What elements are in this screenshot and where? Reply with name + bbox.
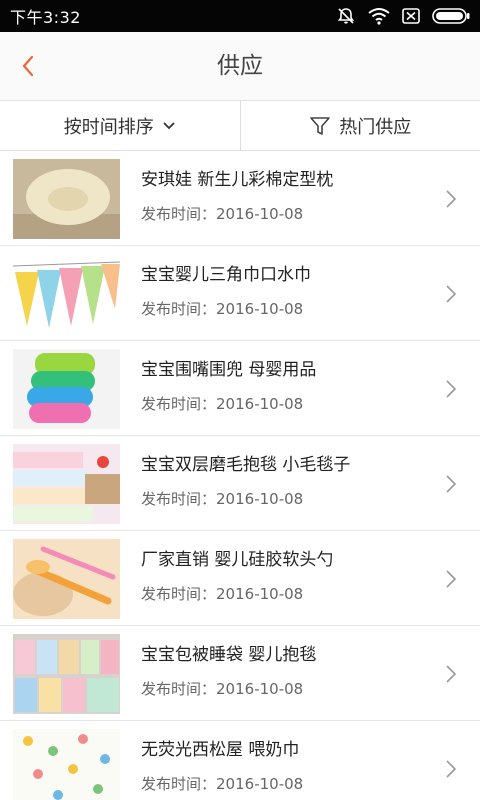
product-image — [13, 159, 120, 239]
item-date: 发布时间：2016-10-08 — [141, 775, 304, 793]
product-image — [13, 634, 120, 714]
wifi-icon — [368, 8, 390, 25]
list-item[interactable]: 宝宝婴儿三角巾口水巾 发布时间：2016-10-08 — [0, 246, 480, 341]
hot-supply-label: 热门供应 — [339, 116, 412, 138]
battery-icon — [432, 8, 470, 24]
chevron-down-icon — [163, 121, 175, 129]
status-time: 下午3:32 — [10, 8, 81, 27]
chevron-right-icon — [446, 190, 457, 208]
page-title: 供应 — [217, 53, 263, 79]
item-date: 发布时间：2016-10-08 — [141, 205, 304, 223]
chevron-right-icon — [446, 380, 457, 398]
chevron-right-icon — [446, 475, 457, 493]
back-button[interactable] — [10, 48, 46, 84]
list-item[interactable]: 宝宝围嘴围兜 母婴用品 发布时间：2016-10-08 — [0, 341, 480, 436]
filter-bar: 按时间排序 热门供应 — [0, 101, 480, 151]
chevron-right-icon — [446, 570, 457, 588]
status-bar: 下午3:32 — [0, 0, 480, 32]
item-date: 发布时间：2016-10-08 — [141, 585, 304, 603]
product-image — [13, 444, 120, 524]
item-date: 发布时间：2016-10-08 — [141, 680, 304, 698]
item-title: 厂家直销 婴儿硅胶软头勺 — [141, 550, 334, 570]
product-image — [13, 349, 120, 429]
no-sim-icon — [402, 8, 420, 24]
chevron-right-icon — [446, 665, 457, 683]
supply-list: 安琪娃 新生儿彩棉定型枕 发布时间：2016-10-08 宝宝婴儿三角巾口水巾 … — [0, 151, 480, 800]
chevron-right-icon — [446, 285, 457, 303]
list-item[interactable]: 厂家直销 婴儿硅胶软头勺 发布时间：2016-10-08 — [0, 531, 480, 626]
item-title: 宝宝围嘴围兜 母婴用品 — [141, 360, 317, 380]
nav-bar: 供应 — [0, 32, 480, 101]
item-date: 发布时间：2016-10-08 — [141, 490, 304, 508]
product-image — [13, 539, 120, 619]
list-item[interactable]: 宝宝包被睡袋 婴儿抱毯 发布时间：2016-10-08 — [0, 626, 480, 721]
chevron-left-icon — [22, 55, 34, 77]
mute-bell-icon — [337, 8, 355, 24]
item-title: 安琪娃 新生儿彩棉定型枕 — [141, 170, 334, 190]
sort-by-time-label: 按时间排序 — [63, 116, 154, 138]
item-title: 宝宝包被睡袋 婴儿抱毯 — [141, 645, 317, 665]
list-item[interactable]: 宝宝双层磨毛抱毯 小毛毯子 发布时间：2016-10-08 — [0, 436, 480, 531]
list-item[interactable]: 安琪娃 新生儿彩棉定型枕 发布时间：2016-10-08 — [0, 151, 480, 246]
item-title: 宝宝婴儿三角巾口水巾 — [141, 265, 311, 285]
item-title: 宝宝双层磨毛抱毯 小毛毯子 — [141, 455, 351, 475]
item-date: 发布时间：2016-10-08 — [141, 395, 304, 413]
status-icons — [336, 6, 470, 26]
filter-funnel-icon — [310, 116, 331, 135]
product-image — [13, 254, 120, 334]
product-image — [13, 729, 120, 800]
item-title: 无荧光西松屋 喂奶巾 — [141, 740, 300, 760]
item-date: 发布时间：2016-10-08 — [141, 300, 304, 318]
hot-supply-filter[interactable]: 热门供应 — [241, 101, 480, 150]
sort-by-time-dropdown[interactable]: 按时间排序 — [0, 101, 240, 150]
chevron-right-icon — [446, 760, 457, 778]
list-item[interactable]: 无荧光西松屋 喂奶巾 发布时间：2016-10-08 — [0, 721, 480, 800]
